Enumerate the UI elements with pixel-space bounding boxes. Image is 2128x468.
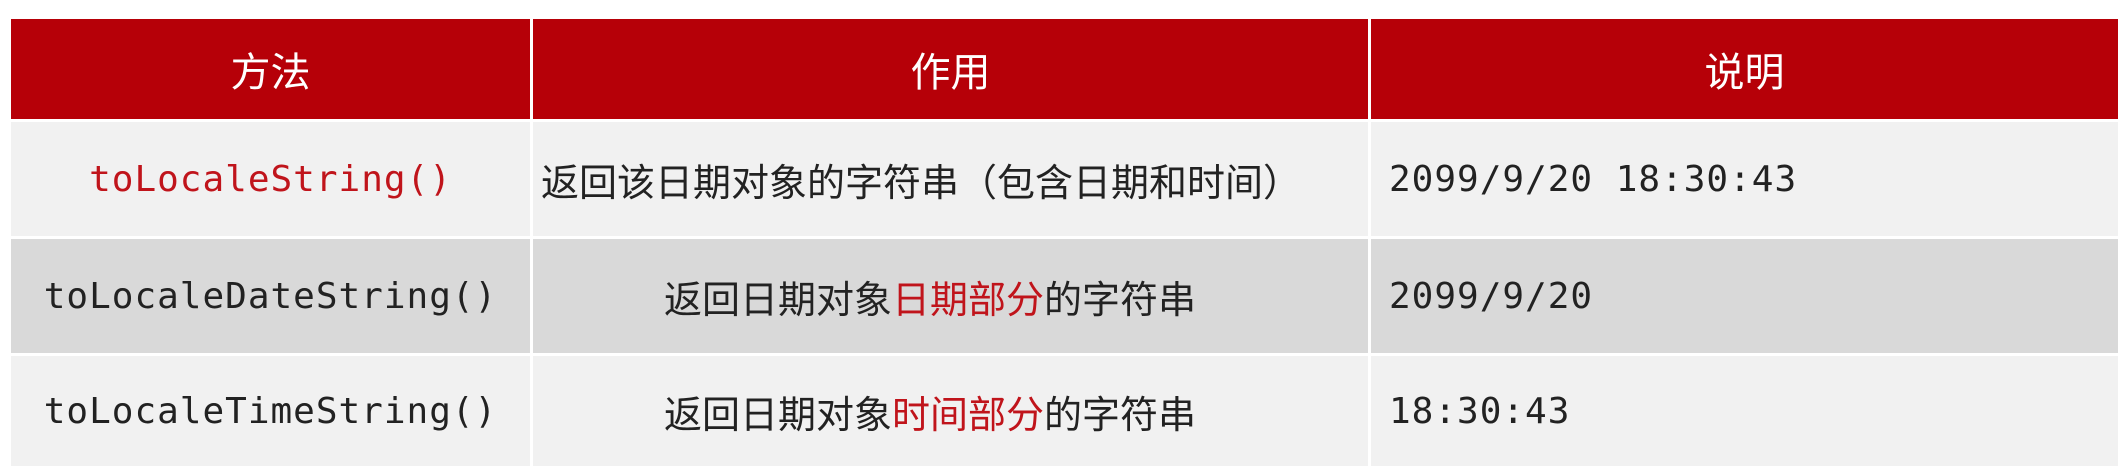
row-3-purpose-post: 的字符串 xyxy=(1044,392,1197,437)
row-1-method: toLocaleString() xyxy=(11,122,530,236)
methods-table: 方法 作用 说明 toLocaleString() 返回该日期对象的字符串（包含… xyxy=(11,19,2118,466)
row-2-purpose: 返回日期对象 日期部分 的字符串 xyxy=(533,239,1368,353)
row-3-note: 18:30:43 xyxy=(1371,356,2118,466)
header-note: 说明 xyxy=(1371,19,2118,119)
row-1-purpose: 返回该日期对象的字符串（包含日期和时间） xyxy=(533,122,1368,236)
row-2-purpose-post: 的字符串 xyxy=(1044,277,1197,322)
row-2-purpose-highlight: 日期部分 xyxy=(892,277,1045,322)
row-2-method: toLocaleDateString() xyxy=(11,239,530,353)
row-2-purpose-pre: 返回日期对象 xyxy=(664,277,893,322)
header-purpose: 作用 xyxy=(533,19,1368,119)
row-2-note: 2099/9/20 xyxy=(1371,239,2118,353)
row-3-purpose-pre: 返回日期对象 xyxy=(664,392,893,437)
row-3-method: toLocaleTimeString() xyxy=(11,356,530,466)
row-1-note: 2099/9/20 18:30:43 xyxy=(1371,122,2118,236)
row-3-purpose: 返回日期对象 时间部分 的字符串 xyxy=(533,356,1368,466)
row-3-purpose-highlight: 时间部分 xyxy=(892,392,1045,437)
header-method: 方法 xyxy=(11,19,530,119)
